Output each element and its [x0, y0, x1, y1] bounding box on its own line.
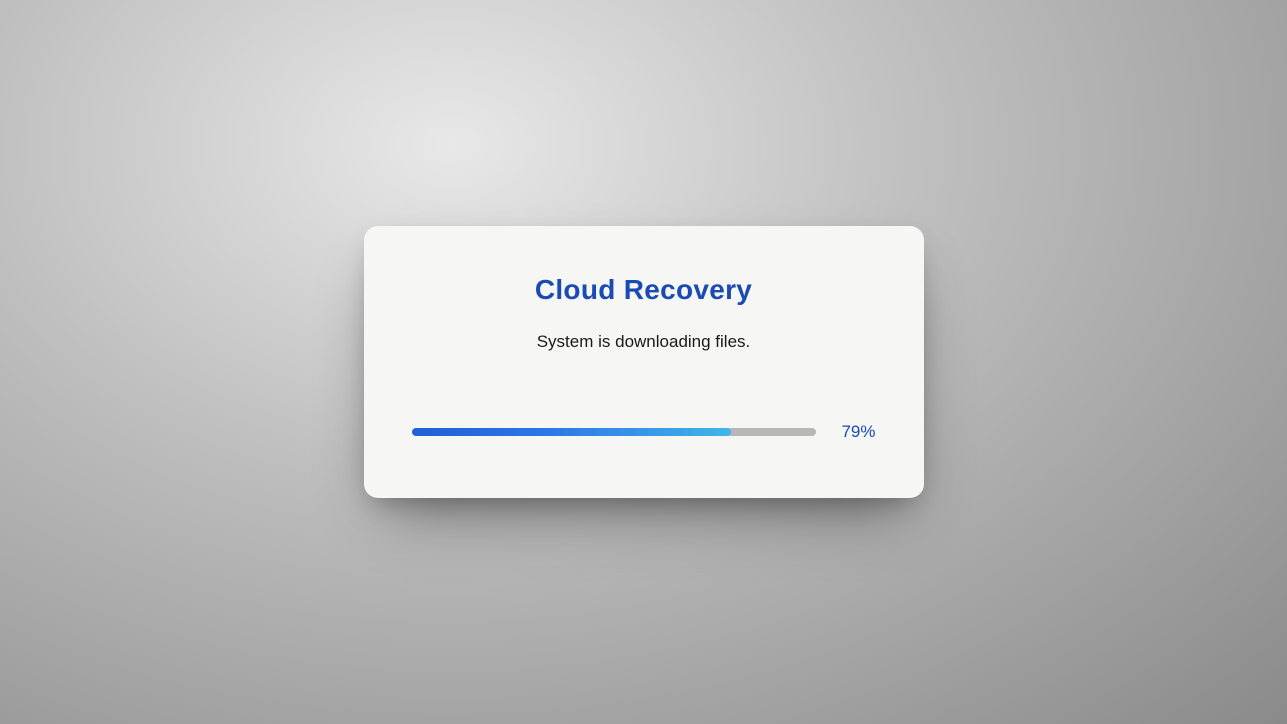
progress-bar-row: 79%	[412, 422, 876, 442]
progress-fill	[412, 428, 731, 436]
progress-track	[412, 428, 816, 436]
cloud-recovery-dialog: Cloud Recovery System is downloading fil…	[364, 226, 924, 498]
status-text: System is downloading files.	[412, 332, 876, 352]
dialog-title: Cloud Recovery	[412, 274, 876, 306]
progress-percent-label: 79%	[832, 422, 876, 442]
